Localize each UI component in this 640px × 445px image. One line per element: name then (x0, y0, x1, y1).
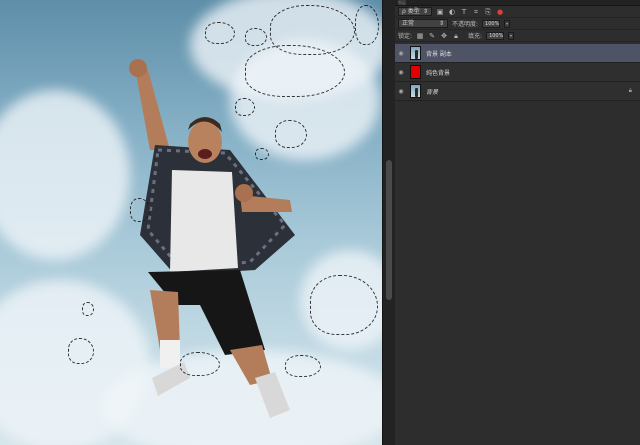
selection-marquee (82, 302, 94, 316)
selection-marquee (285, 355, 321, 377)
chevron-down-icon: ⇕ (438, 20, 444, 27)
blend-mode-value: 正常 (402, 20, 415, 27)
layer-thumbnail (410, 46, 421, 60)
shape-filter-icon[interactable]: ⌗ (472, 8, 480, 16)
opacity-label: 不透明度: (452, 21, 479, 28)
filter-kind-label: ρ 类型 (402, 8, 420, 15)
layer-thumbnail (410, 65, 421, 79)
canvas-vertical-scrollbar[interactable] (382, 0, 395, 445)
document-canvas[interactable] (0, 0, 382, 445)
filter-kind-dropdown[interactable]: ρ 类型 ⇕ (398, 7, 432, 16)
chevron-down-icon: ⇕ (422, 8, 428, 15)
selection-marquee (130, 198, 150, 222)
fill-slider-toggle[interactable]: ▾ (508, 31, 515, 40)
opacity-input[interactable]: 100% (482, 19, 501, 28)
layer-row-background-copy[interactable]: ◉ 背景 副本 (395, 44, 640, 63)
visibility-eye-icon[interactable]: ◉ (395, 69, 407, 76)
blend-opacity-row: 正常 ⇕ 不透明度: 100% ▾ (395, 18, 640, 30)
type-filter-icon[interactable]: T (460, 8, 468, 16)
selection-marquee (245, 28, 267, 46)
selection-marquee (68, 338, 94, 364)
layer-name: 背景 (426, 88, 439, 96)
lock-position-icon[interactable]: ✥ (440, 32, 448, 40)
selection-marquee (310, 275, 378, 335)
layer-name: 纯色背景 (426, 69, 451, 77)
selection-marquee (205, 22, 235, 44)
layer-row-solid-color[interactable]: ◉ 纯色背景 (395, 63, 640, 82)
layers-panel: 图层 ρ 类型 ⇕ ▣ ◐ T ⌗ ⎘ ● 正常 ⇕ 不透明度: 100% ▾ … (395, 0, 640, 445)
lock-image-pixels-icon[interactable]: ✎ (428, 32, 436, 40)
lock-transparent-pixels-icon[interactable]: ▦ (416, 32, 424, 40)
blend-mode-dropdown[interactable]: 正常 ⇕ (398, 19, 448, 28)
image-filter-icon[interactable]: ▣ (436, 8, 444, 16)
selection-marquee (355, 5, 379, 45)
selection-marquee (245, 45, 345, 97)
fill-input[interactable]: 100% (486, 31, 505, 40)
visibility-eye-icon[interactable]: ◉ (395, 50, 407, 57)
layer-list: ◉ 背景 副本 ◉ 纯色背景 ◉ 背景 🔒︎ (395, 44, 640, 101)
opacity-slider-toggle[interactable]: ▾ (504, 19, 511, 28)
selection-marquee (275, 120, 307, 148)
smart-object-filter-icon[interactable]: ⎘ (484, 8, 492, 16)
scrollbar-thumb[interactable] (386, 160, 392, 300)
lock-fill-row: 锁定: ▦ ✎ ✥ 🔒︎ 填充: 100% ▾ (395, 30, 640, 42)
fill-label: 填充: (468, 33, 483, 40)
selection-marquee (235, 98, 255, 116)
layer-name: 背景 副本 (426, 50, 452, 58)
layer-thumbnail (410, 84, 421, 98)
layer-lock-icon: 🔒︎ (628, 87, 632, 94)
selection-marquee (180, 352, 220, 376)
layer-filter-row: ρ 类型 ⇕ ▣ ◐ T ⌗ ⎘ ● (395, 6, 640, 18)
selection-marquee (255, 148, 269, 160)
lock-all-icon[interactable]: 🔒︎ (452, 32, 460, 40)
visibility-eye-icon[interactable]: ◉ (395, 88, 407, 95)
layer-row-background[interactable]: ◉ 背景 🔒︎ (395, 82, 640, 101)
adjustment-filter-icon[interactable]: ◐ (448, 8, 456, 16)
lock-label: 锁定: (398, 33, 413, 40)
filter-toggle-icon[interactable]: ● (496, 8, 504, 16)
